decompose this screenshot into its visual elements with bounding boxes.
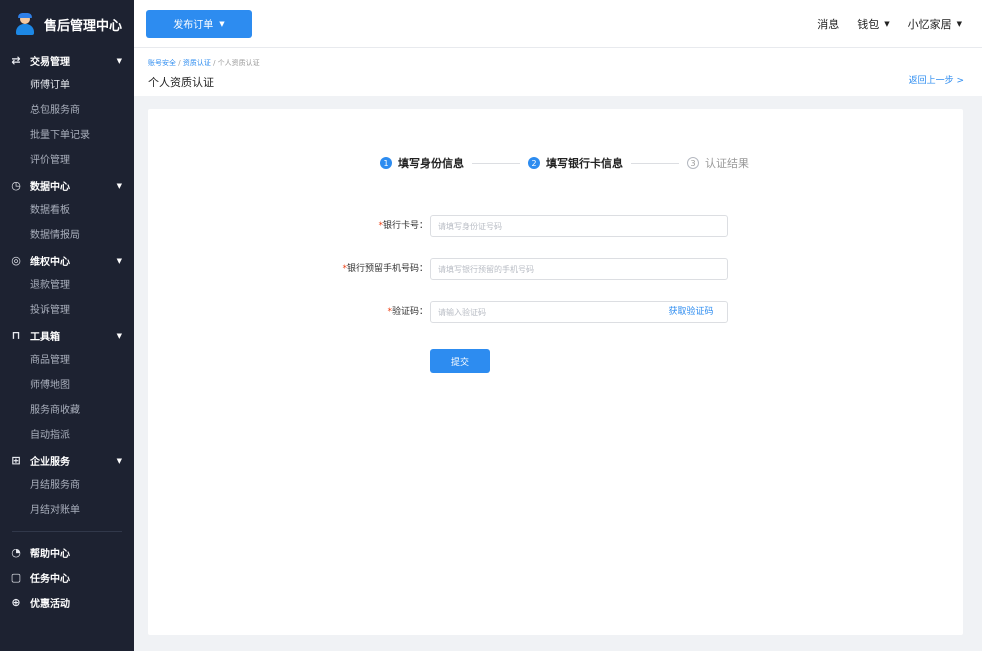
- back-link[interactable]: 返回上一步 >: [909, 73, 964, 86]
- messages-link[interactable]: 消息: [817, 16, 839, 32]
- logo-icon: [14, 13, 36, 35]
- sidebar-group-label: 数据中心: [30, 182, 70, 193]
- task-icon: ▢: [10, 571, 22, 584]
- sidebar-item[interactable]: ◔ 帮助中心: [0, 540, 134, 565]
- publish-order-button[interactable]: 发布订单 ▼: [146, 9, 252, 38]
- sidebar-item[interactable]: 自动指派: [0, 423, 134, 448]
- sidebar: 售后管理中心 ⇄ 交易管理 ▼ 师傅订单 总包服务商 批量下单记录 评价管理 ◷ 数据中心 ▼ 数据…: [0, 0, 134, 651]
- logo[interactable]: 售后管理中心: [0, 0, 134, 48]
- sidebar-item[interactable]: 月结对账单: [0, 498, 134, 523]
- chevron-down-icon: ▼: [219, 19, 225, 28]
- breadcrumb-account-security[interactable]: 账号安全: [148, 59, 176, 67]
- step-bank-card: 2 填写银行卡信息: [528, 155, 623, 171]
- top-bar: 发布订单 ▼ 消息 钱包 ▼ 小忆家居 ▼: [134, 0, 982, 48]
- sidebar-group[interactable]: ◷ 数据中心 ▼: [0, 173, 134, 198]
- content-card: 1 填写身份信息 2 填写银行卡信息 3 认证结果 *银行卡号： *银行预留手机…: [148, 109, 963, 635]
- code-label: *验证码：: [387, 307, 428, 317]
- wallet-dropdown[interactable]: 钱包 ▼: [857, 16, 889, 32]
- breadcrumb: 账号安全 / 资质认证 / 个人资质认证: [148, 58, 968, 68]
- bank-card-row: *银行卡号：: [148, 215, 963, 237]
- step-result: 3 认证结果: [687, 155, 749, 171]
- step-identity: 1 填写身份信息: [380, 155, 464, 171]
- chevron-down-icon: ▼: [116, 331, 122, 340]
- sidebar-item[interactable]: 投诉管理: [0, 298, 134, 323]
- breadcrumb-qualification[interactable]: 资质认证: [183, 59, 211, 67]
- sidebar-divider: [12, 531, 122, 532]
- sidebar-item[interactable]: ⊕ 优惠活动: [0, 590, 134, 615]
- sidebar-group-label: 维权中心: [30, 257, 70, 268]
- chevron-down-icon: ▼: [116, 456, 122, 465]
- sidebar-item-label: 帮助中心: [30, 549, 70, 560]
- sidebar-item[interactable]: 总包服务商: [0, 98, 134, 123]
- step-connector: [472, 162, 520, 164]
- help-icon: ◔: [11, 546, 21, 559]
- sidebar-item[interactable]: 批量下单记录: [0, 123, 134, 148]
- page-title: 个人资质认证: [148, 76, 214, 89]
- sidebar-group[interactable]: ⊓ 工具箱 ▼: [0, 323, 134, 348]
- user-name: 小忆家居: [907, 17, 952, 31]
- sidebar-item[interactable]: 服务商收藏: [0, 398, 134, 423]
- sidebar-item[interactable]: 数据看板: [0, 198, 134, 223]
- sidebar-group-label: 交易管理: [30, 57, 70, 68]
- bank-card-label: *银行卡号：: [378, 221, 428, 231]
- user-dropdown[interactable]: 小忆家居 ▼: [908, 16, 962, 32]
- sidebar-item[interactable]: 退款管理: [0, 273, 134, 298]
- chevron-down-icon: ▼: [116, 56, 122, 65]
- enterprise-icon: ⊞: [11, 454, 21, 467]
- sidebar-item[interactable]: 数据情报局: [0, 223, 134, 248]
- code-row: *验证码： 获取验证码: [148, 301, 963, 323]
- sidebar-group[interactable]: ◎ 维权中心 ▼: [0, 248, 134, 273]
- bank-card-input[interactable]: [430, 215, 728, 237]
- clock-icon: ◷: [11, 179, 21, 192]
- sidebar-item[interactable]: 评价管理: [0, 148, 134, 173]
- sidebar-item[interactable]: ▢ 任务中心: [0, 565, 134, 590]
- step-label: 填写身份信息: [398, 157, 464, 170]
- sidebar-item[interactable]: 师傅地图: [0, 373, 134, 398]
- breadcrumb-current: 个人资质认证: [217, 59, 260, 67]
- submit-button[interactable]: 提交: [430, 349, 490, 373]
- chevron-down-icon: ▼: [956, 19, 962, 28]
- step-number: 1: [380, 157, 392, 169]
- publish-order-label: 发布订单: [173, 20, 214, 31]
- chevron-down-icon: ▼: [116, 256, 122, 265]
- phone-label: *银行预留手机号码：: [342, 264, 428, 274]
- gift-icon: ⊕: [11, 596, 21, 609]
- top-right-menu: 消息 钱包 ▼ 小忆家居 ▼: [817, 16, 982, 32]
- sidebar-item[interactable]: 师傅订单: [0, 73, 134, 98]
- sidebar-item-label: 优惠活动: [30, 599, 70, 610]
- sidebar-group-label: 工具箱: [30, 332, 60, 343]
- app-title: 售后管理中心: [44, 18, 123, 34]
- steps: 1 填写身份信息 2 填写银行卡信息 3 认证结果: [380, 155, 749, 171]
- step-number: 3: [687, 157, 699, 169]
- step-connector: [631, 162, 679, 164]
- sidebar-nav: ⇄ 交易管理 ▼ 师傅订单 总包服务商 批量下单记录 评价管理 ◷ 数据中心 ▼ 数据看板 数据情报局…: [0, 48, 134, 615]
- chevron-down-icon: ▼: [116, 181, 122, 190]
- breadcrumb-bar: 账号安全 / 资质认证 / 个人资质认证 个人资质认证 返回上一步 >: [134, 48, 982, 96]
- breadcrumb-separator: /: [178, 59, 181, 67]
- step-label: 填写银行卡信息: [546, 157, 623, 170]
- shield-icon: ◎: [11, 254, 21, 267]
- sidebar-item[interactable]: 商品管理: [0, 348, 134, 373]
- wallet-label: 钱包: [857, 17, 880, 31]
- chevron-down-icon: ▼: [884, 19, 890, 28]
- sidebar-group[interactable]: ⊞ 企业服务 ▼: [0, 448, 134, 473]
- step-number: 2: [528, 157, 540, 169]
- breadcrumb-separator: /: [213, 59, 216, 67]
- sidebar-item-label: 任务中心: [30, 574, 70, 585]
- get-code-button[interactable]: 获取验证码: [658, 301, 724, 323]
- sidebar-group[interactable]: ⇄ 交易管理 ▼: [0, 48, 134, 73]
- toolbox-icon: ⊓: [11, 329, 21, 342]
- sidebar-group-label: 企业服务: [30, 457, 70, 468]
- swap-icon: ⇄: [11, 54, 21, 67]
- phone-input[interactable]: [430, 258, 728, 280]
- phone-row: *银行预留手机号码：: [148, 258, 963, 280]
- step-label: 认证结果: [705, 157, 749, 170]
- sidebar-item[interactable]: 月结服务商: [0, 473, 134, 498]
